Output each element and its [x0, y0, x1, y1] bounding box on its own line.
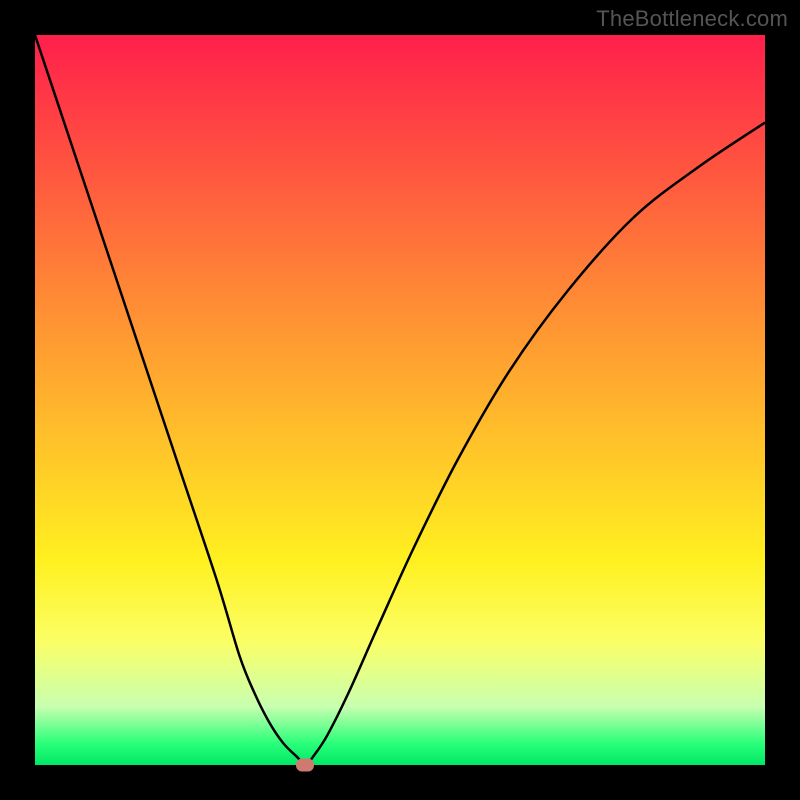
minimum-marker [296, 759, 314, 772]
chart-frame: TheBottleneck.com [0, 0, 800, 800]
plot-area [35, 35, 765, 765]
bottleneck-curve-path [35, 35, 765, 765]
bottleneck-curve [35, 35, 765, 765]
watermark-text: TheBottleneck.com [596, 6, 788, 32]
